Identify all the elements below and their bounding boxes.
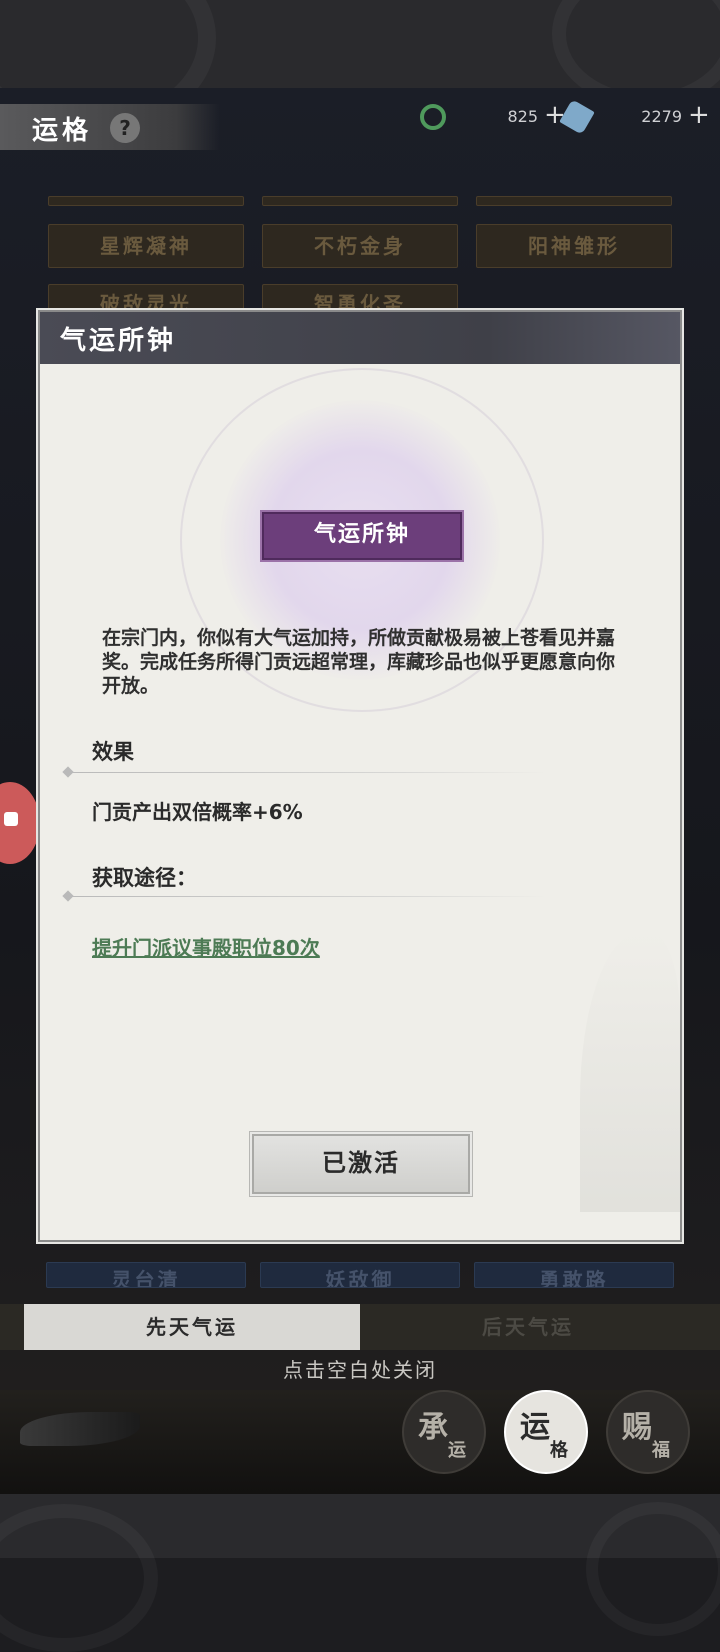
close-hint: 点击空白处关闭 [283, 1358, 437, 1382]
activated-button[interactable]: 已激活 [252, 1134, 470, 1194]
grid-tile[interactable]: 星辉凝神 [48, 224, 244, 268]
nav-label-big: 赐 [622, 1410, 652, 1445]
fortune-description: 在宗门内，你似有大气运加持，所做贡献极易被上苍看见并嘉奖。完成任务所得门贡远超常… [102, 627, 616, 697]
fortune-tabs: 先天气运 后天气运 [0, 1304, 720, 1350]
resource-value: 2279 [641, 107, 682, 126]
grid-tile-top-edge [476, 196, 672, 206]
modal-header: 气运所钟 [40, 312, 680, 364]
effect-text: 门贡产出双倍概率+6% [92, 800, 303, 824]
nav-label-big: 承 [418, 1410, 448, 1445]
section-divider [66, 896, 546, 897]
tab-acquired-fortune[interactable]: 后天气运 [360, 1304, 696, 1350]
nav-button-bless[interactable]: 赐 福 [606, 1390, 690, 1474]
nav-label-big: 运 [520, 1410, 550, 1445]
grid-tile[interactable]: 阳神雏形 [476, 224, 672, 268]
mountain-decor [580, 932, 680, 1212]
nav-button-fortune-inherit[interactable]: 承 运 [402, 1390, 486, 1474]
source-heading: 获取途径： [92, 866, 197, 890]
jade-coin-icon [420, 104, 446, 130]
grid-tile-top-edge [48, 196, 244, 206]
source-link[interactable]: 提升门派议事殿职位80次 [92, 932, 320, 961]
grid-tile[interactable]: 勇敢路 [474, 1262, 674, 1288]
tab-innate-fortune[interactable]: 先天气运 [24, 1304, 360, 1350]
bottom-decor-band [0, 1494, 720, 1652]
grid-tile-top-edge [262, 196, 458, 206]
page-title: 运格 [32, 116, 93, 146]
grid-tile[interactable]: 智勇化圣 [262, 284, 458, 312]
nav-button-fortune-grid[interactable]: 运 格 [504, 1390, 588, 1474]
question-mark-icon[interactable]: ? [110, 113, 140, 143]
nav-label-small: 格 [550, 1440, 568, 1461]
effect-heading: 效果 [92, 740, 134, 764]
grid-tile[interactable]: 灵台清 [46, 1262, 246, 1288]
section-divider [66, 772, 546, 773]
resource-value: 825 [507, 107, 538, 126]
modal-title: 气运所钟 [60, 326, 177, 356]
grid-tile[interactable]: 不朽金身 [262, 224, 458, 268]
top-decor-band [0, 0, 720, 136]
fortune-detail-modal: 气运所钟 气运所钟 在宗门内，你似有大气运加持，所做贡献极易被上苍看见并嘉奖。完… [40, 312, 680, 1240]
nav-label-small: 福 [652, 1440, 670, 1461]
add-stone-button[interactable]: + [688, 100, 710, 130]
grid-tile[interactable]: 妖敌御 [260, 1262, 460, 1288]
fortune-nameplate: 气运所钟 [260, 510, 464, 562]
nav-label-small: 运 [448, 1440, 466, 1461]
grid-tile[interactable]: 破敌灵光 [48, 284, 244, 312]
